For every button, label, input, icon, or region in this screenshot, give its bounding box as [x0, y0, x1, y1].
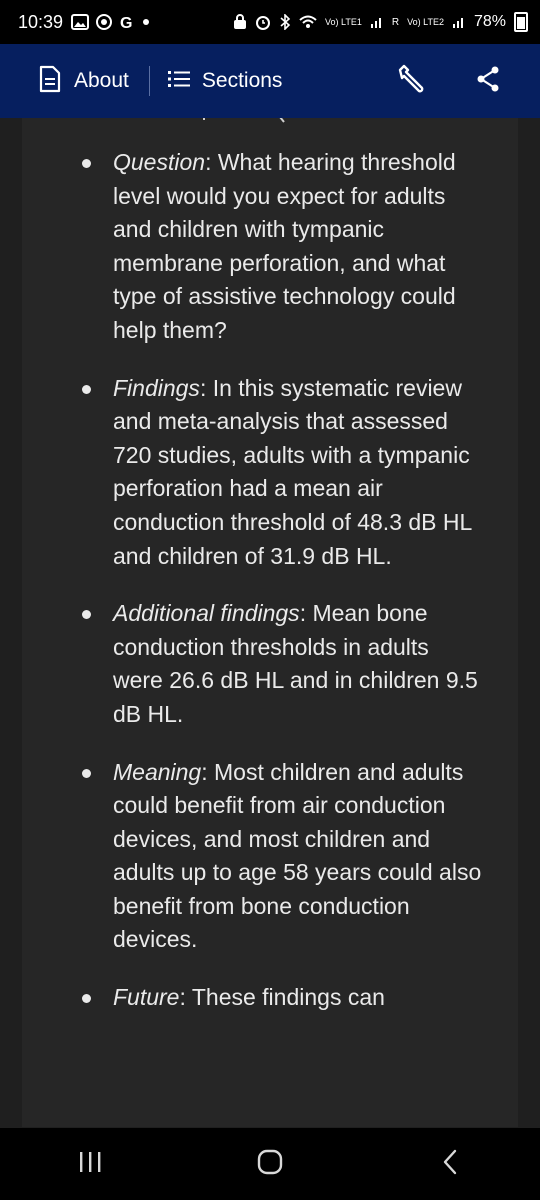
bullet-dot — [82, 768, 91, 778]
list-item: Meaning: Most children and adults could … — [22, 756, 482, 958]
sections-label: Sections — [201, 69, 283, 92]
appbar-divider — [148, 66, 150, 96]
bullet-term: Additional findings — [113, 600, 300, 627]
alarm-icon — [255, 14, 271, 30]
bullet-text: : Most children and adults could benefit… — [113, 758, 482, 953]
document-icon — [38, 65, 62, 98]
google-icon: G — [119, 14, 135, 30]
app-bar: About Sections — [0, 44, 540, 118]
wifi-icon — [299, 15, 317, 29]
network-lte1: Vo) LTE1 — [325, 17, 362, 27]
list-item: Question: What hearing threshold level w… — [22, 146, 482, 348]
network-lte2: Vo) LTE2 — [407, 17, 444, 27]
bullet-text: : What hearing threshold level would you… — [113, 149, 456, 343]
clipped-text-fragment — [203, 118, 285, 123]
gallery-icon — [71, 14, 90, 30]
key-points-list: Question: What hearing threshold level w… — [22, 146, 482, 1039]
target-icon — [95, 13, 113, 31]
share-button[interactable] — [476, 66, 500, 97]
bluetooth-icon — [279, 14, 291, 30]
clock: 10:39 — [18, 11, 64, 32]
share-icon — [476, 66, 500, 97]
list-item: Future: These findings can — [22, 981, 482, 1015]
bullet-term: Question — [113, 149, 206, 175]
about-button[interactable]: About — [38, 65, 129, 98]
sections-button[interactable]: Sections — [167, 69, 283, 93]
signal-icon — [452, 15, 466, 29]
system-nav-bar — [0, 1128, 540, 1200]
signal-icon — [370, 15, 384, 29]
home-button[interactable] — [230, 1134, 310, 1194]
svg-text:G: G — [120, 15, 132, 30]
bullet-dot — [82, 610, 91, 620]
recents-icon — [78, 1151, 102, 1178]
recents-button[interactable] — [50, 1134, 130, 1194]
battery-icon — [514, 12, 528, 32]
bullet-dot — [82, 994, 91, 1004]
list-item: Findings: In this systematic review and … — [22, 372, 482, 574]
bullet-term: Future — [113, 984, 180, 1011]
list-icon — [167, 70, 190, 93]
wrench-icon — [396, 64, 426, 99]
home-icon — [257, 1149, 283, 1180]
article-content[interactable]: Question: What hearing threshold level w… — [22, 118, 518, 1127]
status-bar: 10:39 G Vo) LTE1 R Vo) LTE2 78% — [0, 0, 540, 44]
bullet-dot — [82, 159, 91, 168]
bullet-dot — [82, 384, 91, 394]
tools-button[interactable] — [396, 64, 426, 99]
bullet-text: : In this systematic review and meta-ana… — [113, 374, 472, 569]
lock-icon — [233, 14, 247, 30]
about-label: About — [74, 69, 129, 92]
roaming-label: R — [391, 16, 400, 28]
bullet-text: : These findings can — [179, 984, 385, 1011]
back-icon — [441, 1149, 459, 1180]
bullet-term: Meaning — [113, 758, 202, 785]
bullet-term: Findings — [113, 374, 200, 401]
list-item: Additional findings: Mean bone conductio… — [22, 597, 482, 731]
dot-icon — [141, 17, 151, 27]
back-button[interactable] — [410, 1134, 490, 1194]
battery-percent: 78% — [473, 13, 506, 30]
